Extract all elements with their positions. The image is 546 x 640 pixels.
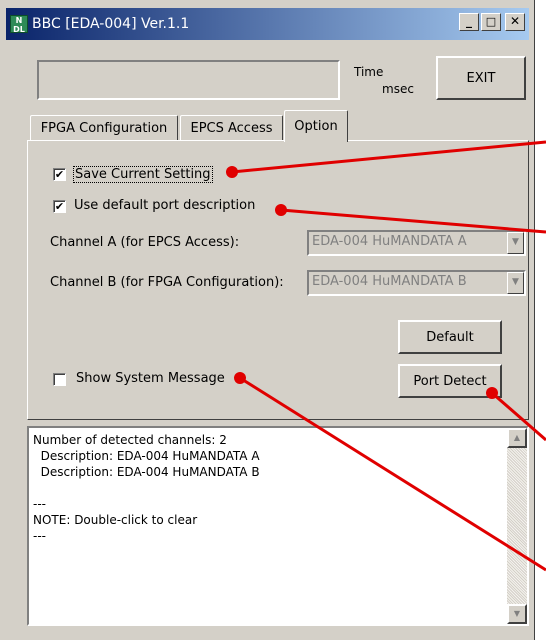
window-title: BBC [EDA-004] Ver.1.1 — [32, 16, 190, 32]
tab-epcs-access[interactable]: EPCS Access — [180, 115, 283, 141]
scroll-down-icon[interactable]: ▼ — [507, 604, 527, 624]
channel-b-select[interactable]: EDA-004 HuMANDATA B ▼ — [307, 270, 526, 296]
chevron-down-icon[interactable]: ▼ — [507, 232, 524, 254]
app-logo-icon: N DL — [10, 15, 28, 34]
show-system-message-label[interactable]: Show System Message — [76, 371, 225, 386]
channel-a-label: Channel A (for EPCS Access): — [50, 235, 240, 250]
app-window: N DL BBC [EDA-004] Ver.1.1 _ □ ✕ Time ms… — [0, 0, 535, 640]
channel-a-value: EDA-004 HuMANDATA A — [312, 234, 467, 249]
msec-label: msec — [382, 82, 414, 96]
default-port-label[interactable]: Use default port description — [74, 198, 255, 213]
tab-option[interactable]: Option — [284, 110, 348, 142]
show-system-message-checkbox[interactable] — [53, 373, 66, 386]
port-detect-button[interactable]: Port Detect — [398, 364, 502, 398]
save-setting-checkbox[interactable]: ✔ — [53, 168, 66, 181]
default-port-checkbox[interactable]: ✔ — [53, 200, 66, 213]
default-button[interactable]: Default — [398, 320, 502, 354]
channel-b-label: Channel B (for FPGA Configuration): — [50, 275, 284, 290]
scroll-up-icon[interactable]: ▲ — [507, 428, 527, 448]
log-text: Number of detected channels: 2 Descripti… — [33, 433, 260, 543]
time-label: Time — [354, 65, 384, 79]
time-display-box — [37, 60, 340, 100]
chevron-down-icon[interactable]: ▼ — [507, 272, 524, 294]
tab-fpga-configuration[interactable]: FPGA Configuration — [30, 115, 178, 141]
channel-b-value: EDA-004 HuMANDATA B — [312, 274, 467, 289]
minimize-button[interactable]: _ — [459, 13, 479, 31]
maximize-button[interactable]: □ — [481, 13, 501, 31]
message-log[interactable]: Number of detected channels: 2 Descripti… — [27, 426, 529, 626]
channel-a-select[interactable]: EDA-004 HuMANDATA A ▼ — [307, 230, 526, 256]
title-bar[interactable]: N DL BBC [EDA-004] Ver.1.1 _ □ ✕ — [6, 8, 529, 40]
exit-button[interactable]: EXIT — [436, 56, 526, 100]
save-setting-label[interactable]: Save Current Setting — [73, 166, 213, 183]
close-button[interactable]: ✕ — [505, 13, 525, 31]
log-scrollbar[interactable]: ▲ ▼ — [507, 428, 527, 624]
